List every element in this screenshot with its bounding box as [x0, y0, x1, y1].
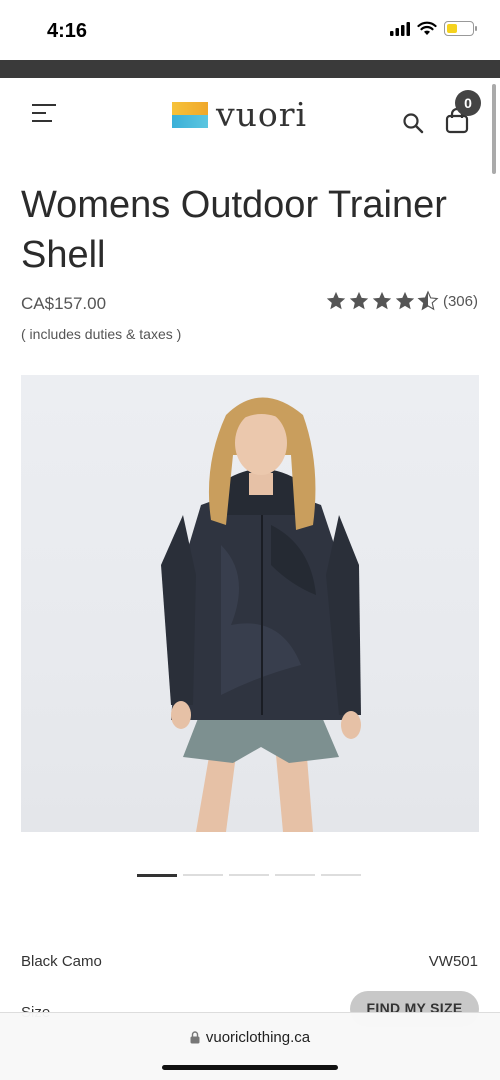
lock-icon — [190, 1031, 200, 1044]
status-icons — [390, 21, 477, 36]
brand-logo[interactable]: vuori — [172, 95, 308, 134]
product-rating[interactable]: (306) — [325, 290, 478, 312]
star-icon — [395, 291, 415, 310]
wifi-icon — [417, 21, 437, 35]
carousel-dot[interactable] — [229, 874, 269, 876]
status-bar: 4:16 — [0, 0, 500, 60]
model-illustration — [161, 397, 361, 832]
carousel-dot[interactable] — [183, 874, 223, 876]
site-header: vuori — [0, 78, 500, 162]
cellular-signal-icon — [390, 21, 410, 36]
cart-count-badge[interactable]: 0 — [455, 90, 481, 116]
carousel-dot[interactable] — [321, 874, 361, 876]
carousel-dot-active[interactable] — [137, 874, 177, 877]
review-count[interactable]: (306) — [443, 293, 478, 310]
carousel-dot[interactable] — [275, 874, 315, 876]
duties-note: ( includes duties & taxes ) — [21, 326, 182, 342]
selected-color: Black Camo — [21, 953, 102, 970]
product-sku: VW501 — [428, 953, 478, 970]
star-icon — [349, 291, 369, 310]
browser-address-bar[interactable]: vuoriclothing.ca — [0, 1012, 500, 1080]
home-indicator[interactable] — [162, 1065, 338, 1070]
battery-icon — [444, 21, 477, 36]
battery-level — [447, 24, 457, 33]
rating-stars — [325, 290, 439, 312]
carousel-indicator[interactable] — [137, 874, 361, 877]
star-icon — [372, 291, 392, 310]
search-icon[interactable] — [402, 112, 424, 134]
star-icon — [326, 291, 346, 310]
promo-strip — [0, 60, 500, 78]
product-title: Womens Outdoor Trainer Shell — [21, 184, 447, 276]
logo-mark-icon — [172, 102, 208, 128]
product-price: CA$157.00 — [21, 294, 107, 313]
status-time: 4:16 — [47, 20, 88, 42]
logo-text: vuori — [216, 95, 308, 134]
url-text[interactable]: vuoriclothing.ca — [206, 1029, 310, 1046]
menu-icon[interactable] — [30, 102, 58, 124]
star-half-icon — [417, 290, 439, 311]
scrollbar[interactable] — [492, 84, 496, 174]
product-image[interactable] — [21, 375, 479, 832]
url-row[interactable]: vuoriclothing.ca — [0, 1029, 500, 1046]
